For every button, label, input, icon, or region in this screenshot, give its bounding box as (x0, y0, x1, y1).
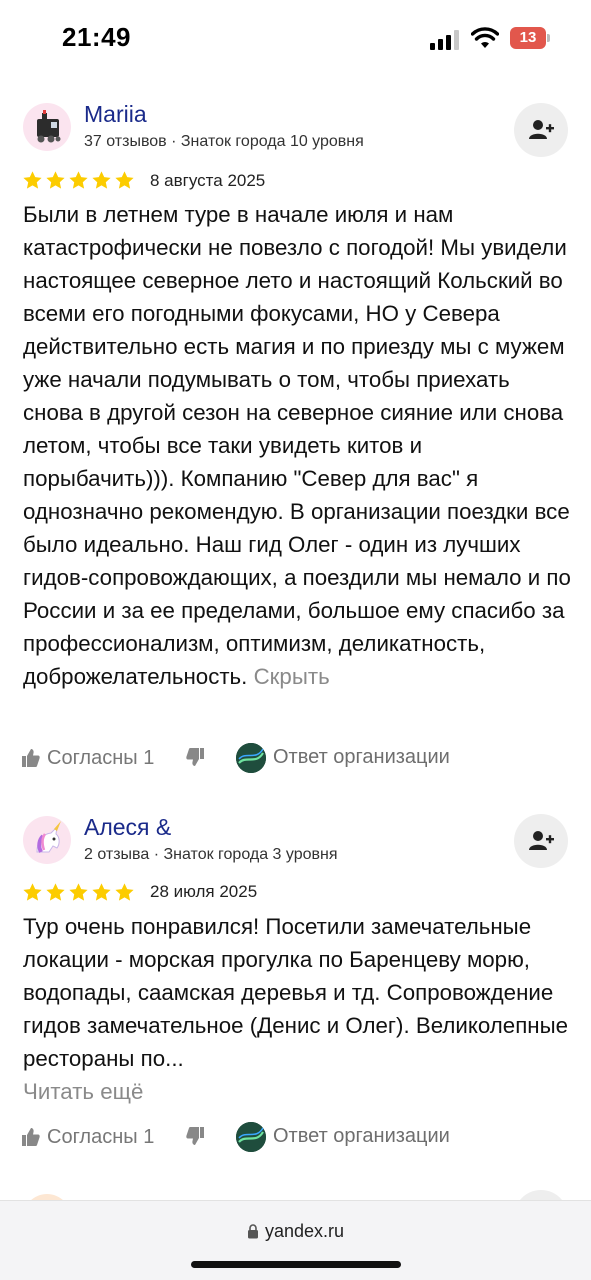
hide-link[interactable]: Скрыть (254, 664, 330, 689)
review-actions: Согласны 1 Ответ организации (22, 1122, 582, 1156)
review-text: Тур очень понравился! Посетили замечател… (23, 910, 571, 1108)
agree-button[interactable]: Согласны 1 (47, 1126, 154, 1149)
agree-button[interactable]: Согласны 1 (47, 747, 154, 770)
thumbs-down-icon[interactable] (186, 1126, 204, 1146)
status-bar: 21:49 13 (0, 0, 591, 80)
star-icon (69, 171, 88, 189)
add-user-icon (529, 831, 554, 850)
unicorn-icon[interactable] (23, 816, 71, 864)
add-user-icon (529, 120, 554, 139)
star-icon (46, 171, 65, 189)
thumbs-up-icon[interactable] (22, 748, 40, 768)
org-reply-button[interactable]: Ответ организации (273, 746, 450, 769)
star-icon (115, 171, 134, 189)
wifi-icon (470, 27, 500, 49)
url-display[interactable]: yandex.ru (0, 1221, 591, 1242)
review-text: Были в летнем туре в начале июля и нам к… (23, 198, 571, 693)
home-indicator[interactable] (191, 1261, 401, 1268)
star-icon (92, 171, 111, 189)
thumbs-down-icon[interactable] (186, 747, 204, 767)
rating-stars (22, 882, 135, 904)
org-logo-icon (236, 743, 266, 773)
read-more-link[interactable]: Читать ещё (23, 1079, 143, 1104)
org-logo-icon (236, 1122, 266, 1152)
review-date: 8 августа 2025 (150, 171, 266, 190)
toy-train-icon[interactable] (23, 103, 71, 151)
star-icon (69, 883, 88, 901)
rating-stars (22, 170, 135, 192)
battery-icon: 13 (510, 27, 550, 49)
review-body: Были в летнем туре в начале июля и нам к… (23, 202, 571, 689)
star-icon (23, 883, 42, 901)
author-meta: 2 отзыва · Знаток города 3 уровня (84, 846, 338, 863)
status-time: 21:49 (62, 22, 131, 52)
star-icon (23, 171, 42, 189)
subscribe-button[interactable] (514, 814, 568, 868)
cellular-signal-icon (430, 30, 462, 50)
thumbs-up-icon[interactable] (22, 1127, 40, 1147)
star-icon (92, 883, 111, 901)
author-meta: 37 отзывов · Знаток города 10 уровня (84, 133, 364, 150)
review-body: Тур очень понравился! Посетили замечател… (23, 914, 569, 1071)
review-date: 28 июля 2025 (150, 882, 258, 901)
battery-level: 13 (510, 27, 546, 49)
author-name[interactable]: Mariia (84, 101, 147, 128)
url-domain: yandex.ru (264, 1221, 345, 1241)
browser-url-bar[interactable]: yandex.ru (0, 1200, 591, 1280)
subscribe-button[interactable] (514, 103, 568, 157)
review-actions: Согласны 1 Ответ организации (22, 743, 582, 777)
org-reply-button[interactable]: Ответ организации (273, 1125, 450, 1148)
lock-icon (247, 1224, 258, 1239)
star-icon (115, 883, 134, 901)
author-name[interactable]: Алеся & (84, 814, 171, 841)
star-icon (46, 883, 65, 901)
